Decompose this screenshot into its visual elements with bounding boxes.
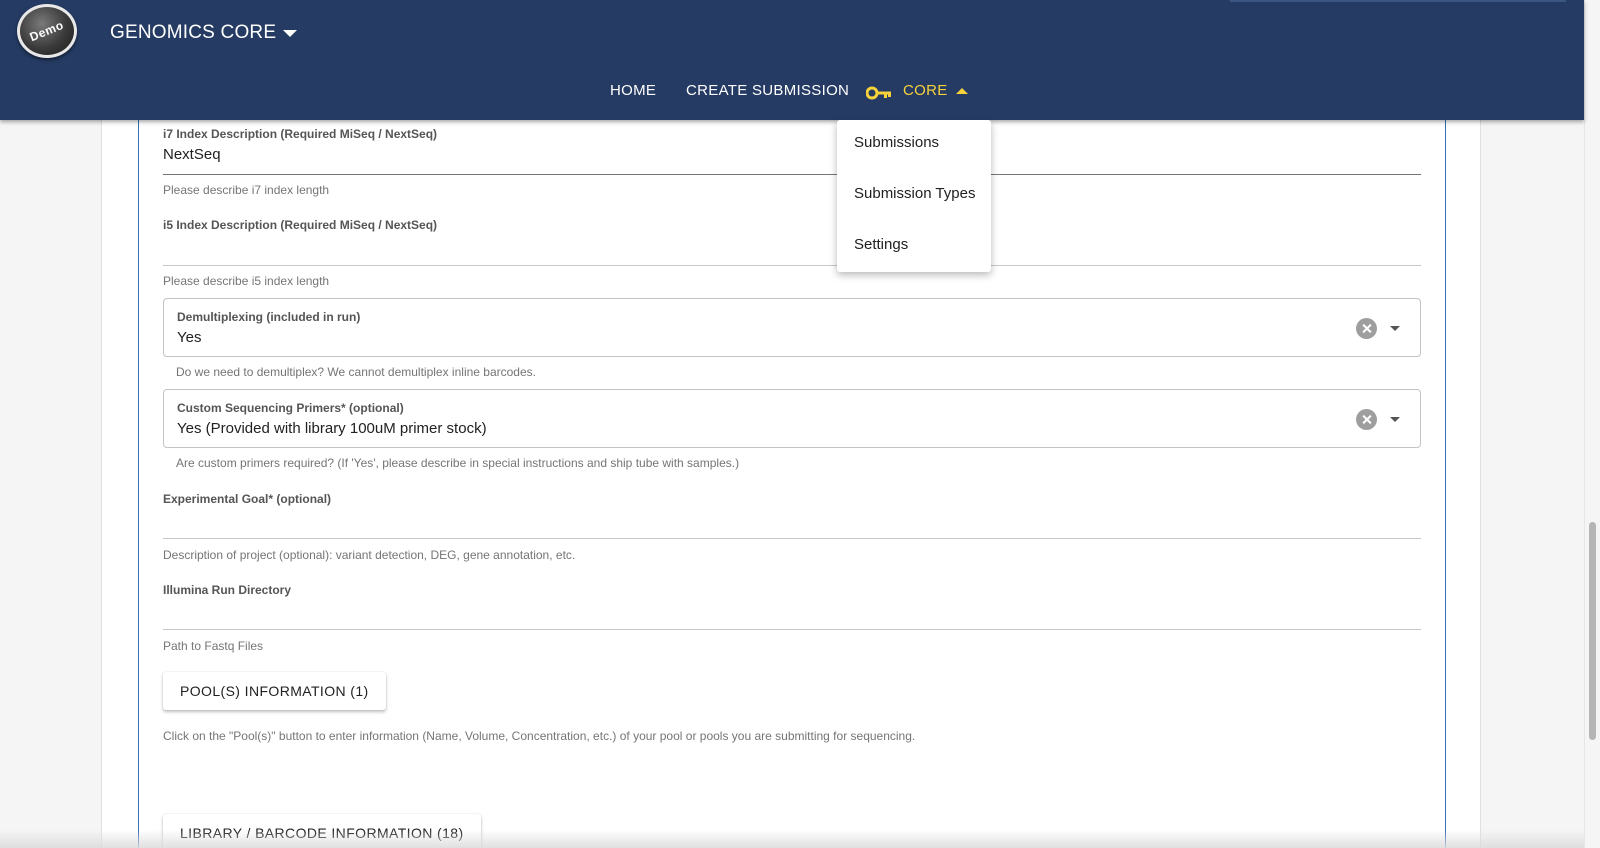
clear-icon[interactable]: [1356, 318, 1377, 339]
i5-index-label: i5 Index Description (Required MiSeq / N…: [163, 218, 438, 232]
nav-create-submission[interactable]: CREATE SUBMISSION: [686, 82, 849, 99]
key-icon[interactable]: [866, 85, 892, 101]
top-bar-edge: [1230, 0, 1566, 2]
pools-information-button[interactable]: POOL(S) INFORMATION (1): [163, 672, 386, 710]
clear-icon[interactable]: [1356, 409, 1377, 430]
scrollbar-thumb[interactable]: [1589, 522, 1596, 740]
run-directory-input[interactable]: [163, 603, 1421, 623]
i7-index-hint: Please describe i7 index length: [163, 183, 330, 197]
demultiplexing-value: Yes: [177, 329, 202, 346]
menu-item-submissions[interactable]: Submissions: [837, 128, 991, 179]
run-directory-underline: [163, 629, 1421, 630]
run-directory-label: Illumina Run Directory: [163, 583, 292, 597]
run-directory-hint: Path to Fastq Files: [163, 639, 264, 653]
core-dropdown-menu: Submissions Submission Types Settings: [837, 120, 991, 272]
page: i7 Index Description (Required MiSeq / N…: [0, 0, 1600, 848]
demultiplexing-hint: Do we need to demultiplex? We cannot dem…: [176, 365, 536, 379]
experimental-goal-input[interactable]: [163, 512, 1421, 532]
custom-primers-value: Yes (Provided with library 100uM primer …: [177, 420, 487, 437]
experimental-goal-hint: Description of project (optional): varia…: [163, 548, 576, 562]
experimental-goal-underline: [163, 538, 1421, 539]
bottom-shadow: [0, 830, 1584, 848]
i7-index-input[interactable]: NextSeq: [163, 146, 221, 163]
i7-index-label: i7 Index Description (Required MiSeq / N…: [163, 127, 438, 141]
i7-index-underline: [163, 174, 1421, 175]
chevron-down-icon[interactable]: [1390, 417, 1400, 422]
menu-item-submission-types[interactable]: Submission Types: [837, 179, 991, 230]
custom-primers-label: Custom Sequencing Primers* (optional): [177, 401, 404, 415]
nav-home[interactable]: HOME: [610, 82, 656, 99]
pools-hint: Click on the "Pool(s)" button to enter i…: [163, 729, 916, 743]
i5-index-hint: Please describe i5 index length: [163, 274, 330, 288]
caret-up-icon[interactable]: [956, 88, 968, 94]
custom-primers-hint: Are custom primers required? (If 'Yes', …: [176, 456, 740, 470]
top-app-bar: Demo GENOMICS CORE HOME CREATE SUBMISSIO…: [0, 0, 1584, 120]
custom-primers-select[interactable]: Custom Sequencing Primers* (optional) Ye…: [163, 389, 1421, 448]
demultiplexing-label: Demultiplexing (included in run): [177, 310, 361, 324]
menu-item-settings[interactable]: Settings: [837, 230, 991, 281]
i5-index-input[interactable]: [163, 238, 1421, 258]
demo-logo[interactable]: Demo: [17, 4, 77, 58]
demultiplexing-select[interactable]: Demultiplexing (included in run) Yes: [163, 298, 1421, 357]
i5-index-underline: [163, 265, 1421, 266]
nav-core[interactable]: CORE: [903, 82, 948, 99]
caret-down-icon[interactable]: [283, 30, 297, 37]
app-title[interactable]: GENOMICS CORE: [110, 22, 276, 44]
experimental-goal-label: Experimental Goal* (optional): [163, 492, 332, 506]
chevron-down-icon[interactable]: [1390, 326, 1400, 331]
logo-text: Demo: [27, 17, 67, 45]
